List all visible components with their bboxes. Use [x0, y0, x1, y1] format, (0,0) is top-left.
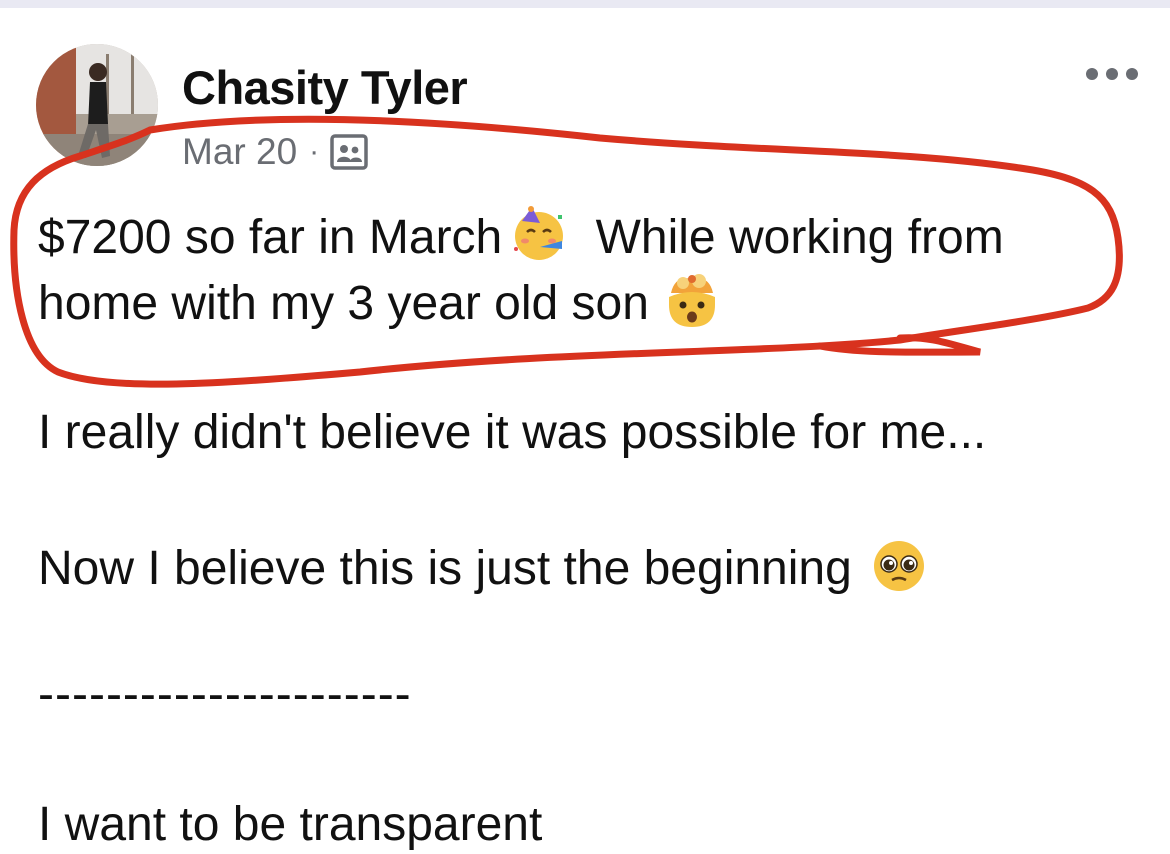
- post-line-4: Now I believe this is just the beginning: [38, 536, 928, 598]
- exploding-head-emoji: [663, 271, 721, 329]
- friends-audience-icon[interactable]: [329, 132, 369, 172]
- author-avatar[interactable]: [36, 44, 158, 166]
- more-dot: [1086, 68, 1098, 80]
- post-date[interactable]: Mar 20: [182, 131, 297, 173]
- post-line-1: $7200 so far in March While working from: [38, 205, 1004, 267]
- post-meta: Mar 20 ·: [182, 130, 369, 174]
- meta-separator: ·: [309, 135, 320, 168]
- post-text-segment: Now I believe this is just the beginning: [38, 542, 852, 595]
- post-text-segment: $7200 so far in March: [38, 211, 503, 264]
- more-options-icon[interactable]: [1086, 60, 1138, 88]
- more-dot: [1106, 68, 1118, 80]
- post-line-2: home with my 3 year old son: [38, 271, 721, 333]
- post-text-segment: home with my 3 year old son: [38, 277, 649, 330]
- author-name[interactable]: Chasity Tyler: [182, 60, 468, 115]
- post-line-cutoff: I want to be transparent: [38, 798, 543, 851]
- more-dot: [1126, 68, 1138, 80]
- post-text-segment: While working from: [595, 211, 1004, 264]
- pleading-face-emoji: [870, 536, 928, 594]
- post-divider-line: ----------------------: [38, 668, 412, 721]
- top-strip: [0, 0, 1170, 8]
- partying-face-emoji: [510, 205, 568, 263]
- post-line-3: I really didn't believe it was possible …: [38, 406, 987, 459]
